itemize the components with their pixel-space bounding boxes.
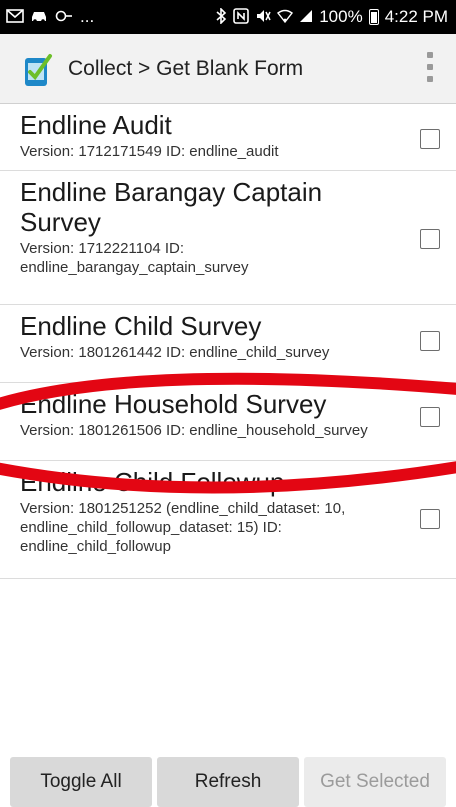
- nfc-icon: [233, 7, 250, 27]
- odk-collect-logo-icon: [20, 50, 54, 88]
- form-title: Endline Child Survey: [20, 311, 262, 341]
- form-title: Endline Household Survey: [20, 389, 327, 419]
- status-ellipsis: ...: [80, 7, 95, 26]
- list-item[interactable]: Endline Child Survey Version: 1801261442…: [0, 305, 456, 383]
- status-time: 4:22 PM: [384, 7, 448, 26]
- form-list: Endline Audit Version: 1712171549 ID: en…: [0, 104, 456, 579]
- form-checkbox[interactable]: [420, 407, 440, 427]
- form-checkbox[interactable]: [420, 229, 440, 249]
- status-left: ...: [6, 7, 94, 27]
- form-subtitle: Version: 1712171549 ID: endline_audit: [20, 143, 279, 160]
- bluetooth-icon: [215, 6, 227, 27]
- list-item[interactable]: Endline Barangay Captain Survey Version:…: [0, 171, 456, 305]
- form-title: Endline Audit: [20, 110, 172, 140]
- app-title: Collect > Get Blank Form: [68, 56, 304, 80]
- battery-percent: 100%: [319, 7, 363, 26]
- list-item[interactable]: Endline Child Followup Version: 18012512…: [0, 461, 456, 579]
- form-checkbox[interactable]: [420, 509, 440, 529]
- gmail-icon: [6, 8, 24, 26]
- car-icon: [30, 9, 48, 26]
- status-right: 100% 4:22 PM: [215, 6, 448, 27]
- mute-icon: [255, 8, 271, 27]
- link-icon: [54, 9, 74, 26]
- form-title: Endline Barangay Captain Survey: [20, 177, 323, 237]
- form-checkbox[interactable]: [420, 331, 440, 351]
- signal-icon: [299, 9, 313, 26]
- form-title: Endline Child Followup: [20, 467, 285, 497]
- refresh-button[interactable]: Refresh: [157, 757, 299, 807]
- form-subtitle: Version: 1801261506 ID: endline_househol…: [20, 422, 368, 439]
- overflow-menu-icon[interactable]: [426, 52, 434, 82]
- form-subtitle: Version: 1801261442 ID: endline_child_su…: [20, 344, 330, 361]
- form-subtitle: Version: 1801251252 (endline_child_datas…: [20, 500, 346, 555]
- get-selected-button[interactable]: Get Selected: [304, 757, 446, 807]
- toggle-all-button[interactable]: Toggle All: [10, 757, 152, 807]
- battery-icon: [368, 9, 379, 25]
- status-bar: ... 100% 4:22 PM: [0, 0, 456, 34]
- list-item[interactable]: Endline Household Survey Version: 180126…: [0, 383, 456, 461]
- wifi-icon: [277, 9, 294, 26]
- app-bar: Collect > Get Blank Form: [0, 34, 456, 104]
- form-checkbox[interactable]: [420, 129, 440, 149]
- form-subtitle: Version: 1712221104 ID: endline_barangay…: [20, 240, 249, 276]
- list-item[interactable]: Endline Audit Version: 1712171549 ID: en…: [0, 104, 456, 171]
